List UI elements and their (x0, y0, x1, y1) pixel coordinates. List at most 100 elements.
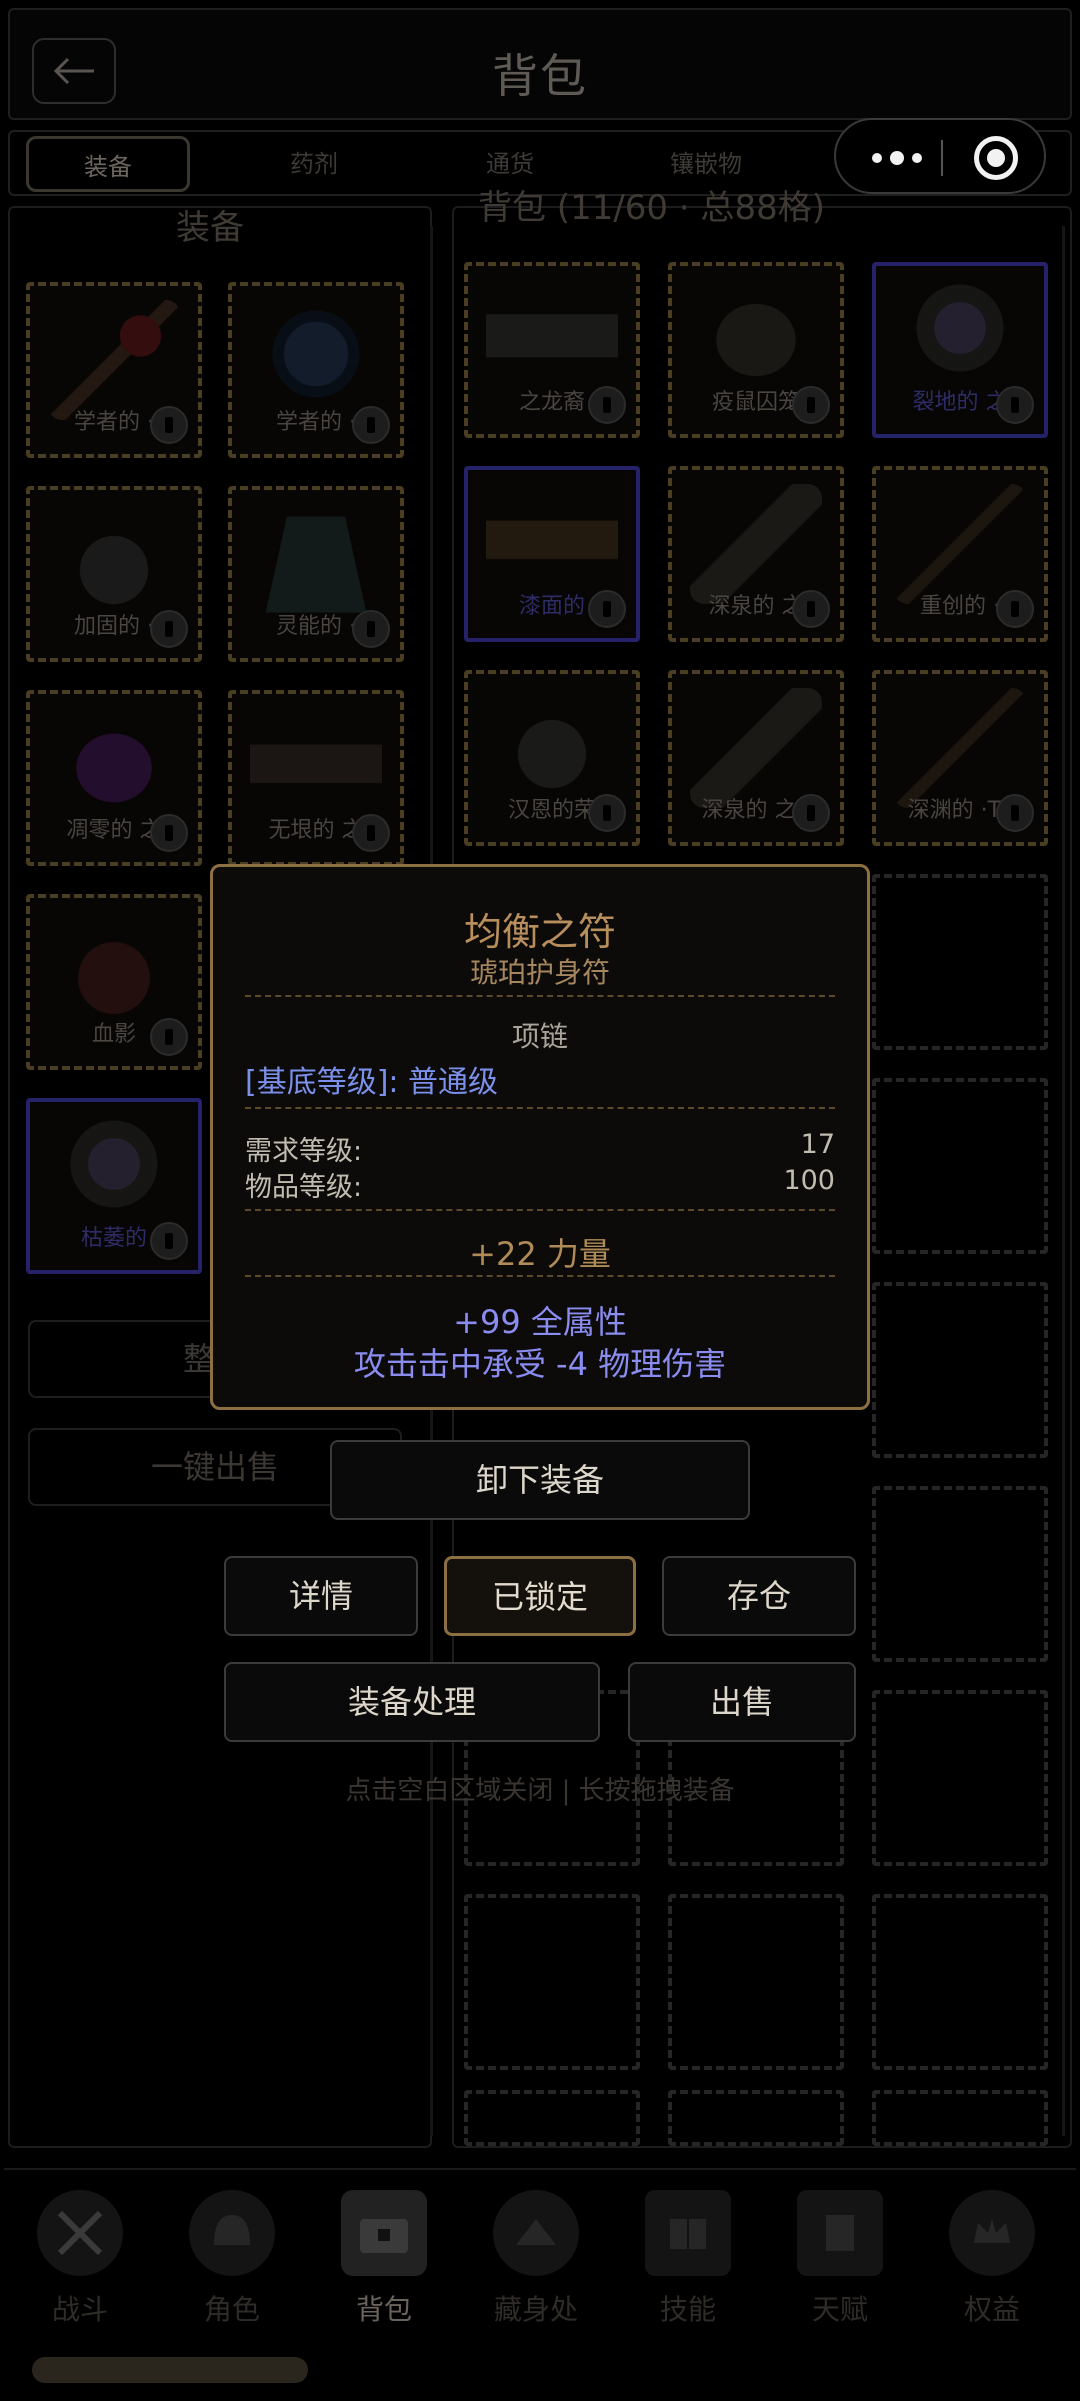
tab-potions[interactable]: 药剂 (232, 136, 396, 192)
bag-item[interactable]: 深泉的 之.. (668, 670, 844, 846)
lock-icon[interactable] (996, 794, 1034, 832)
bag-scrollbar[interactable] (1062, 226, 1065, 2136)
page-title: 背包 (492, 49, 588, 103)
lock-icon[interactable] (150, 814, 188, 852)
nav-label: 天赋 (811, 2293, 868, 2326)
nav-character[interactable]: 角色 (156, 2182, 308, 2332)
bag-item[interactable]: 漆面的 (464, 466, 640, 642)
sell-button[interactable]: 出售 (628, 1662, 856, 1742)
empty-slot[interactable] (872, 1078, 1048, 1254)
hideout-icon (493, 2190, 579, 2276)
nav-benefits[interactable]: 权益 (916, 2182, 1068, 2332)
jeweled-belt-icon (486, 484, 618, 604)
lock-icon[interactable] (150, 1018, 188, 1056)
bottom-nav: 战斗 角色 背包 藏身处 技能 天赋 权益 (4, 2168, 1076, 2332)
robe-icon (263, 504, 369, 624)
nav-inventory[interactable]: 背包 (308, 2182, 460, 2332)
nav-label: 技能 (659, 2293, 716, 2326)
nav-label: 背包 (355, 2293, 412, 2326)
lock-icon[interactable] (588, 590, 626, 628)
required-level-label: 需求等级: (245, 1136, 363, 1167)
nav-hideout[interactable]: 藏身处 (460, 2182, 612, 2332)
bag-item[interactable]: 深泉的 之 (668, 466, 844, 642)
boots-icon (48, 912, 180, 1032)
lock-icon[interactable] (792, 386, 830, 424)
lock-icon[interactable] (996, 386, 1034, 424)
miniprogram-capsule (834, 118, 1046, 194)
equip-slot-boots[interactable]: 血影 (26, 894, 202, 1070)
empty-slot[interactable] (872, 1894, 1048, 2070)
equip-slot-offhand[interactable]: 学者的 · (228, 282, 404, 458)
lock-icon[interactable] (792, 590, 830, 628)
nav-skills[interactable]: 技能 (612, 2182, 764, 2332)
bag-title: 背包 (11/60 · 总88格) (478, 188, 826, 228)
home-indicator[interactable] (32, 2357, 308, 2383)
bag-item[interactable]: 疫鼠囚笼 (668, 262, 844, 438)
lock-icon[interactable] (588, 386, 626, 424)
item-class: 项链 (511, 1020, 568, 1053)
lock-icon[interactable] (150, 1222, 188, 1260)
lock-icon[interactable] (352, 814, 390, 852)
lock-icon[interactable] (150, 406, 188, 444)
ring-icon (48, 1116, 180, 1236)
bow-icon (894, 688, 1026, 808)
sceptre-icon (48, 300, 180, 420)
explicit-mod: +99 全属性 (453, 1303, 627, 1341)
empty-slot[interactable] (872, 1282, 1048, 1458)
equipment-title: 装备 (176, 208, 244, 248)
lock-icon[interactable] (150, 610, 188, 648)
equip-slot-gloves[interactable]: 凋零的 之 (26, 690, 202, 866)
chest-icon (341, 2190, 427, 2276)
empty-slot[interactable] (872, 2090, 1048, 2146)
nav-label: 战斗 (51, 2293, 108, 2326)
nav-label: 权益 (963, 2293, 1020, 2326)
stash-button[interactable]: 存仓 (662, 1556, 856, 1636)
required-level-value: 17 (800, 1129, 835, 1160)
empty-slot[interactable] (668, 1894, 844, 2070)
quiver-icon (690, 484, 822, 604)
empty-slot[interactable] (464, 2090, 640, 2146)
quiver-icon (690, 688, 822, 808)
process-equipment-button[interactable]: 装备处理 (224, 1662, 600, 1742)
unequip-button[interactable]: 卸下装备 (330, 1440, 750, 1520)
more-dots-icon[interactable] (872, 120, 922, 196)
belt-icon (250, 708, 382, 828)
lock-icon[interactable] (588, 794, 626, 832)
locked-button[interactable]: 已锁定 (444, 1556, 636, 1636)
item-level-value: 100 (783, 1165, 835, 1196)
bag-item[interactable]: 裂地的 之 (872, 262, 1048, 438)
gloves-icon (48, 708, 180, 828)
equip-slot-weapon[interactable]: 学者的 · (26, 282, 202, 458)
empty-slot[interactable] (872, 874, 1048, 1050)
crossed-swords-icon (37, 2190, 123, 2276)
bag-item[interactable]: 之龙裔 (464, 262, 640, 438)
belt-icon (486, 280, 618, 400)
equip-slot-body[interactable]: 灵能的 · (228, 486, 404, 662)
base-grade: [基底等级]: 普通级 (245, 1065, 499, 1100)
divider (245, 995, 835, 997)
header-bar: 背包 (8, 8, 1072, 120)
cards-icon (797, 2190, 883, 2276)
bag-item[interactable]: 深渊的 ·T.. (872, 670, 1048, 846)
tab-equipment[interactable]: 装备 (26, 136, 190, 192)
divider (245, 1209, 835, 1211)
empty-slot[interactable] (872, 1486, 1048, 1662)
details-button[interactable]: 详情 (224, 1556, 418, 1636)
nav-battle[interactable]: 战斗 (4, 2182, 156, 2332)
equip-slot-ring[interactable]: 枯萎的 (26, 1098, 202, 1274)
lock-icon[interactable] (352, 406, 390, 444)
bag-item[interactable]: 重创的 · (872, 466, 1048, 642)
divider (245, 1275, 835, 1277)
helmet-icon (189, 2190, 275, 2276)
equip-slot-helmet[interactable]: 加固的 · (26, 486, 202, 662)
lock-icon[interactable] (792, 794, 830, 832)
nav-talents[interactable]: 天赋 (764, 2182, 916, 2332)
lock-icon[interactable] (352, 610, 390, 648)
empty-slot[interactable] (668, 2090, 844, 2146)
target-circle-icon[interactable] (974, 136, 1018, 180)
divider (245, 1107, 835, 1109)
lock-icon[interactable] (996, 590, 1034, 628)
equip-slot-belt[interactable]: 无垠的 之 (228, 690, 404, 866)
bag-item[interactable]: 汉恩的荣 (464, 670, 640, 846)
empty-slot[interactable] (464, 1894, 640, 2070)
